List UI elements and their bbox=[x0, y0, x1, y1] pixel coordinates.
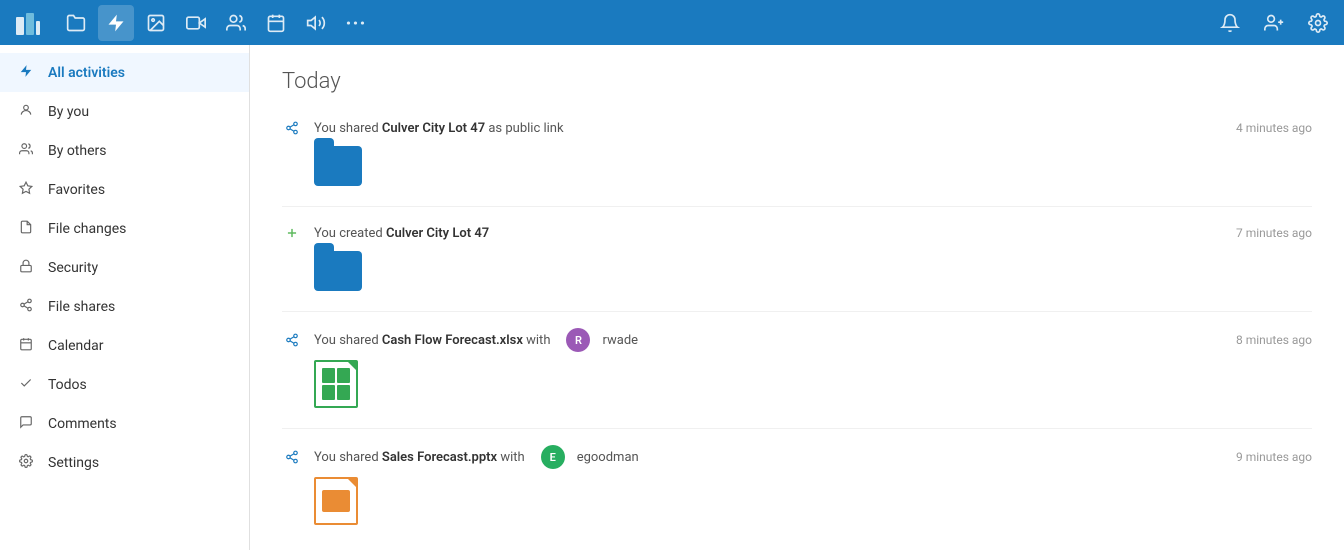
share-icon bbox=[16, 297, 36, 316]
photos-nav-icon[interactable] bbox=[138, 5, 174, 41]
sidebar-item-settings[interactable]: Settings bbox=[0, 443, 249, 482]
user-avatar-rwade: R bbox=[566, 328, 590, 352]
contacts-nav-icon[interactable] bbox=[218, 5, 254, 41]
sidebar-item-favorites[interactable]: Favorites bbox=[0, 170, 249, 209]
app-logo[interactable] bbox=[8, 3, 48, 43]
activity-header: You shared Cash Flow Forecast.xlsx with … bbox=[282, 328, 1312, 352]
nav-right bbox=[1212, 5, 1336, 41]
person-icon bbox=[16, 102, 36, 121]
activity-description: You shared Culver City Lot 47 as public … bbox=[314, 121, 564, 136]
user-avatar-egoodman: E bbox=[541, 445, 565, 469]
sidebar-item-label: Settings bbox=[48, 455, 99, 471]
share-activity-icon bbox=[282, 447, 302, 467]
activity-file-preview bbox=[314, 477, 1312, 525]
share-activity-icon bbox=[282, 118, 302, 138]
calendar-icon bbox=[16, 336, 36, 355]
activity-header-left: You shared Sales Forecast.pptx with E eg… bbox=[282, 445, 639, 469]
sidebar-item-label: Todos bbox=[48, 377, 87, 393]
activity-timestamp: 9 minutes ago bbox=[1236, 450, 1312, 464]
folder-icon bbox=[314, 251, 362, 291]
sidebar-item-label: Comments bbox=[48, 416, 117, 432]
activity-file-preview bbox=[314, 251, 1312, 291]
sidebar: All activities By you By others Favorite… bbox=[0, 45, 250, 550]
sidebar-item-all-activities[interactable]: All activities bbox=[0, 53, 249, 92]
activity-item: You created Culver City Lot 47 7 minutes… bbox=[282, 223, 1312, 291]
activity-divider bbox=[282, 206, 1312, 207]
xlsx-file-icon bbox=[314, 360, 358, 408]
notifications-nav-icon[interactable] bbox=[1212, 5, 1248, 41]
nav-left: ··· bbox=[8, 3, 1212, 43]
activity-header-left: You created Culver City Lot 47 bbox=[282, 223, 489, 243]
audio-nav-icon[interactable] bbox=[298, 5, 334, 41]
activity-description: You shared Cash Flow Forecast.xlsx with bbox=[314, 333, 550, 348]
page-title: Today bbox=[282, 69, 1312, 94]
activity-timestamp: 4 minutes ago bbox=[1236, 121, 1312, 135]
sidebar-item-label: Favorites bbox=[48, 182, 105, 198]
sidebar-item-label: File shares bbox=[48, 299, 115, 315]
check-icon bbox=[16, 375, 36, 394]
sidebar-item-label: File changes bbox=[48, 221, 126, 237]
create-activity-icon bbox=[282, 223, 302, 243]
top-navigation: ··· bbox=[0, 0, 1344, 45]
activity-description: You created Culver City Lot 47 bbox=[314, 226, 489, 241]
activity-item: You shared Cash Flow Forecast.xlsx with … bbox=[282, 328, 1312, 408]
files-nav-icon[interactable] bbox=[58, 5, 94, 41]
activity-header-left: You shared Culver City Lot 47 as public … bbox=[282, 118, 564, 138]
gear-icon bbox=[16, 453, 36, 472]
sidebar-item-file-changes[interactable]: File changes bbox=[0, 209, 249, 248]
sidebar-item-label: Security bbox=[48, 260, 98, 276]
calendar-nav-icon[interactable] bbox=[258, 5, 294, 41]
lightning-icon bbox=[16, 63, 36, 82]
file-icon bbox=[16, 219, 36, 238]
activity-nav-icon[interactable] bbox=[98, 5, 134, 41]
pptx-shape bbox=[322, 490, 350, 512]
people-icon bbox=[16, 141, 36, 160]
activity-header: You shared Culver City Lot 47 as public … bbox=[282, 118, 1312, 138]
main-layout: All activities By you By others Favorite… bbox=[0, 45, 1344, 550]
username-rwade: rwade bbox=[602, 333, 638, 348]
sidebar-item-label: All activities bbox=[48, 65, 125, 81]
activity-header: You created Culver City Lot 47 7 minutes… bbox=[282, 223, 1312, 243]
activity-timestamp: 8 minutes ago bbox=[1236, 333, 1312, 347]
sidebar-item-by-you[interactable]: By you bbox=[0, 92, 249, 131]
sidebar-item-label: Calendar bbox=[48, 338, 104, 354]
star-icon bbox=[16, 180, 36, 199]
activity-divider bbox=[282, 428, 1312, 429]
sidebar-item-security[interactable]: Security bbox=[0, 248, 249, 287]
sidebar-item-calendar[interactable]: Calendar bbox=[0, 326, 249, 365]
folder-icon bbox=[314, 146, 362, 186]
video-nav-icon[interactable] bbox=[178, 5, 214, 41]
activity-item: You shared Sales Forecast.pptx with E eg… bbox=[282, 445, 1312, 525]
sidebar-item-label: By you bbox=[48, 104, 89, 120]
add-user-nav-icon[interactable] bbox=[1256, 5, 1292, 41]
sidebar-item-label: By others bbox=[48, 143, 107, 159]
username-egoodman: egoodman bbox=[577, 450, 639, 465]
activity-content: Today You shared Culver City Lot 47 as p… bbox=[250, 45, 1344, 550]
activity-item: You shared Culver City Lot 47 as public … bbox=[282, 118, 1312, 186]
xlsx-grid bbox=[316, 362, 356, 406]
share-activity-icon bbox=[282, 330, 302, 350]
pptx-file-icon bbox=[314, 477, 358, 525]
activity-header: You shared Sales Forecast.pptx with E eg… bbox=[282, 445, 1312, 469]
sidebar-item-comments[interactable]: Comments bbox=[0, 404, 249, 443]
sidebar-item-by-others[interactable]: By others bbox=[0, 131, 249, 170]
activity-description: You shared Sales Forecast.pptx with bbox=[314, 450, 525, 465]
more-nav-icon[interactable]: ··· bbox=[338, 5, 374, 41]
sidebar-item-file-shares[interactable]: File shares bbox=[0, 287, 249, 326]
activity-divider bbox=[282, 311, 1312, 312]
settings-nav-icon[interactable] bbox=[1300, 5, 1336, 41]
activity-timestamp: 7 minutes ago bbox=[1236, 226, 1312, 240]
lock-icon bbox=[16, 258, 36, 277]
sidebar-item-todos[interactable]: Todos bbox=[0, 365, 249, 404]
activity-file-preview bbox=[314, 360, 1312, 408]
activity-file-preview bbox=[314, 146, 1312, 186]
activity-header-left: You shared Cash Flow Forecast.xlsx with … bbox=[282, 328, 638, 352]
comment-icon bbox=[16, 414, 36, 433]
